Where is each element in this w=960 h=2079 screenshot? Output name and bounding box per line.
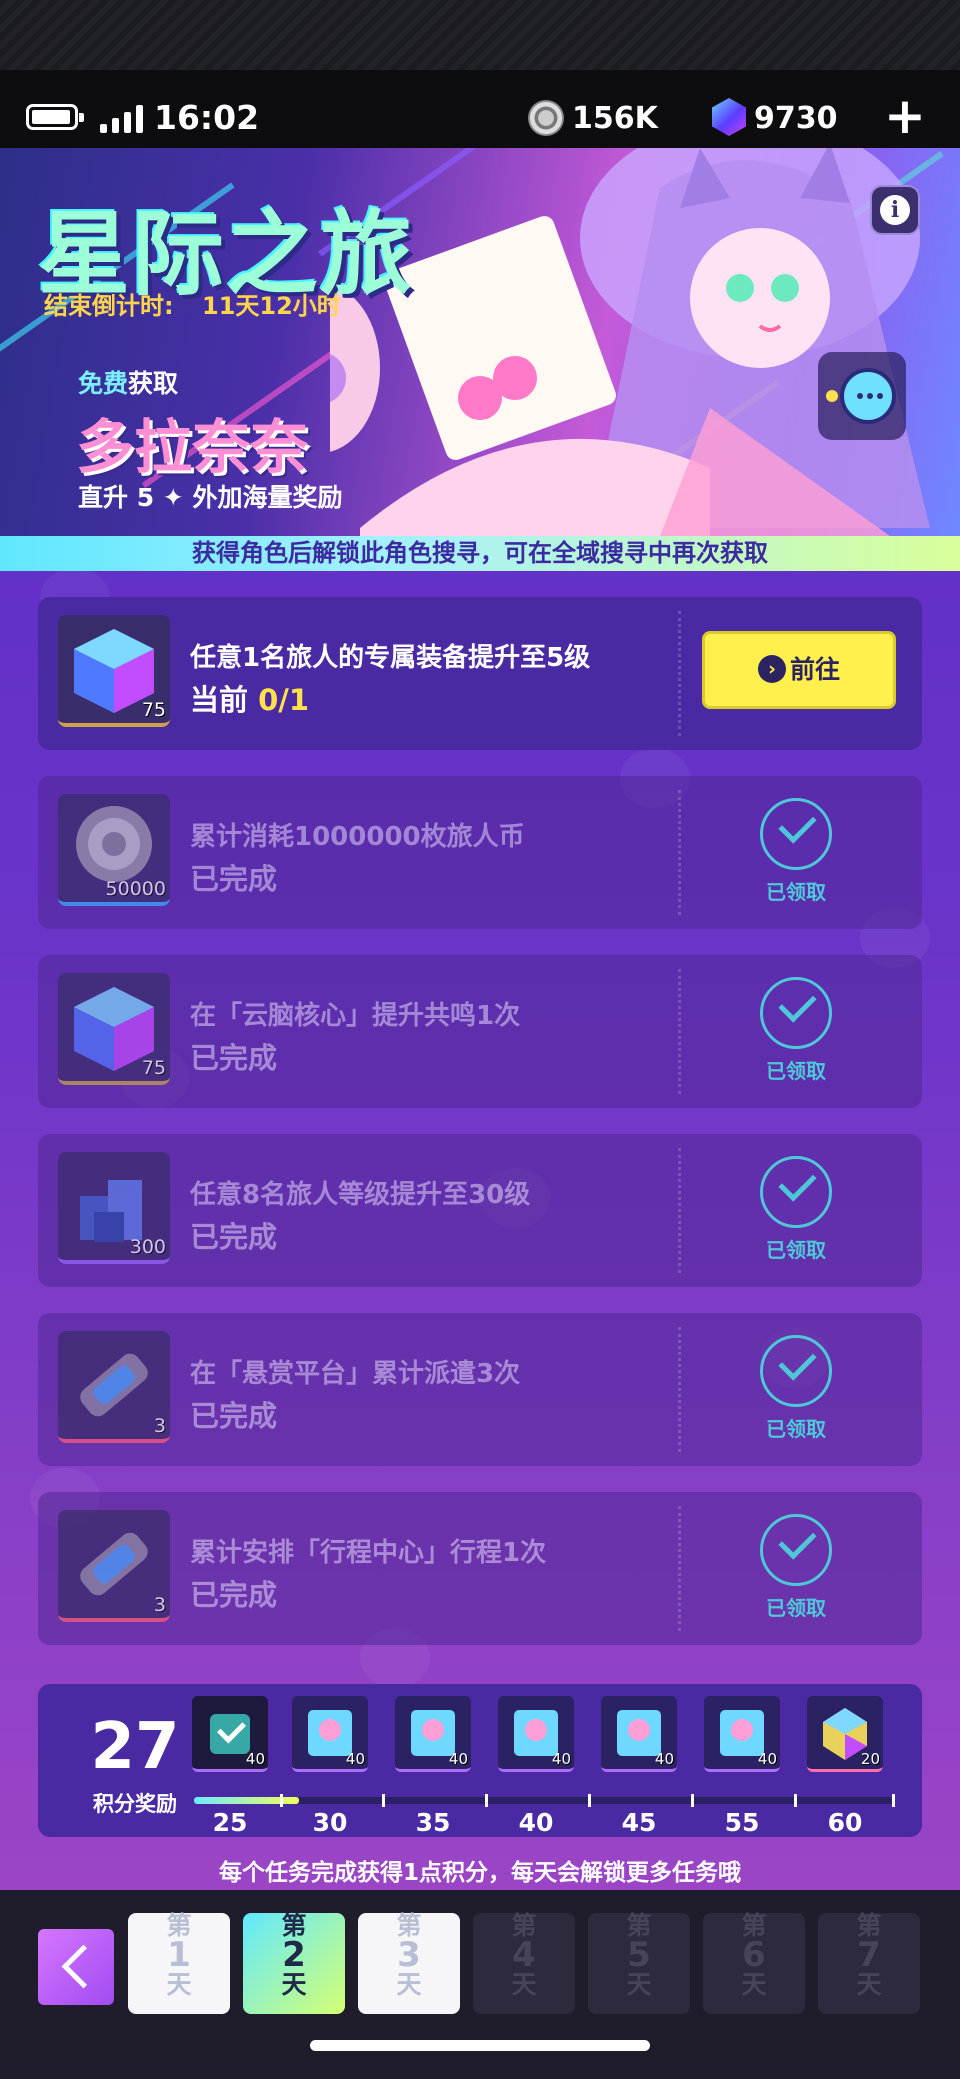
day-tab-3[interactable]: 第3天 bbox=[358, 1913, 460, 2014]
task-title: 在「悬赏平台」累计派遣3次 bbox=[190, 1359, 521, 1389]
info-icon: i bbox=[880, 195, 910, 225]
free-tag: 免费获取 bbox=[78, 369, 179, 398]
claimed-check-icon bbox=[760, 798, 832, 870]
gem-count: 9730 bbox=[754, 101, 838, 136]
countdown-value: 11天12小时 bbox=[202, 292, 341, 320]
task-status: 已完成 bbox=[190, 862, 278, 896]
reward-box[interactable]: 40 bbox=[498, 1696, 574, 1772]
points-label: 积分奖励 bbox=[93, 1792, 177, 1816]
coin-icon bbox=[528, 100, 564, 136]
character-name: 多拉奈奈 bbox=[76, 413, 309, 481]
task-status: 已完成 bbox=[190, 1399, 278, 1433]
back-button[interactable] bbox=[38, 1929, 114, 2005]
claimed-label: 已领取 bbox=[766, 880, 826, 904]
task-row: 75 在「云脑核心」提升共鸣1次 已完成 已领取 bbox=[38, 955, 922, 1108]
task-status: 已完成 bbox=[190, 1578, 278, 1612]
info-button[interactable]: i bbox=[870, 185, 920, 235]
day-tab-7[interactable]: 第7天 bbox=[818, 1913, 920, 2014]
task-progress: 当前 0/1 bbox=[190, 683, 310, 717]
task-row: 300 任意8名旅人等级提升至30级 已完成 已领取 bbox=[38, 1134, 922, 1287]
points-progress-fill bbox=[194, 1797, 299, 1804]
milestone-label: 60 bbox=[827, 1808, 863, 1837]
claimed-check-icon bbox=[760, 1514, 832, 1586]
exp-blocks-icon: 300 bbox=[58, 1152, 170, 1264]
day-tab-6[interactable]: 第6天 bbox=[703, 1913, 805, 2014]
reward-box[interactable]: 40 bbox=[395, 1696, 471, 1772]
task-title: 累计安排「行程中心」行程1次 bbox=[190, 1538, 547, 1568]
task-row: 50000 累计消耗1000000枚旅人币 已完成 已领取 bbox=[38, 776, 922, 929]
points-value: 27 bbox=[90, 1710, 180, 1784]
task-row: 3 在「悬赏平台」累计派遣3次 已完成 已领取 bbox=[38, 1313, 922, 1466]
claimed-check-icon bbox=[760, 1335, 832, 1407]
milestone-label: 35 bbox=[415, 1808, 451, 1837]
milestone-label: 30 bbox=[312, 1808, 348, 1837]
top-strip bbox=[0, 0, 960, 70]
points-progress-track bbox=[194, 1797, 894, 1804]
task-title: 在「云脑核心」提升共鸣1次 bbox=[190, 1001, 521, 1031]
claimed-label: 已领取 bbox=[766, 1417, 826, 1441]
equipment-cube-icon: 75 bbox=[58, 615, 170, 727]
claimed-check-icon bbox=[760, 977, 832, 1049]
task-title: 任意8名旅人等级提升至30级 bbox=[190, 1180, 531, 1210]
unlock-notice: 获得角色后解锁此角色搜寻，可在全域搜寻中再次获取 bbox=[0, 536, 960, 571]
character-preview-button[interactable] bbox=[818, 352, 906, 440]
milestone-label: 25 bbox=[212, 1808, 248, 1837]
day-tab-4[interactable]: 第4天 bbox=[473, 1913, 575, 2014]
add-currency-button[interactable]: + bbox=[884, 91, 926, 141]
claimed-check-icon bbox=[760, 1156, 832, 1228]
character-illustration bbox=[330, 148, 930, 536]
day-tab-5[interactable]: 第5天 bbox=[588, 1913, 690, 2014]
signal-icon bbox=[100, 105, 144, 133]
traveler-coin-icon: 50000 bbox=[58, 794, 170, 906]
milestone-label: 55 bbox=[724, 1808, 760, 1837]
task-status: 已完成 bbox=[190, 1041, 278, 1075]
milestone-label: 40 bbox=[518, 1808, 554, 1837]
arrow-right-icon: › bbox=[757, 655, 786, 683]
reward-box[interactable]: 20 bbox=[807, 1696, 883, 1772]
clock: 16:02 bbox=[154, 98, 260, 137]
ticket-icon: 3 bbox=[58, 1331, 170, 1443]
home-indicator bbox=[310, 2040, 650, 2051]
countdown-label: 结束倒计时: bbox=[44, 292, 174, 320]
day-tab-1[interactable]: 第1天 bbox=[128, 1913, 230, 2014]
claimed-label: 已领取 bbox=[766, 1596, 826, 1620]
claimed-label: 已领取 bbox=[766, 1059, 826, 1083]
check-icon bbox=[210, 1714, 250, 1754]
task-title: 任意1名旅人的专属装备提升至5级 bbox=[190, 643, 591, 673]
task-row: 75 任意1名旅人的专属装备提升至5级 当前 0/1 › 前往 bbox=[38, 597, 922, 750]
coin-count: 156K bbox=[572, 101, 658, 136]
chat-bubble-icon bbox=[826, 368, 896, 424]
ticket-icon: 3 bbox=[58, 1510, 170, 1622]
claimed-label: 已领取 bbox=[766, 1238, 826, 1262]
reward-box[interactable]: 40 bbox=[704, 1696, 780, 1772]
task-row: 3 累计安排「行程中心」行程1次 已完成 已领取 bbox=[38, 1492, 922, 1645]
task-status: 已完成 bbox=[190, 1220, 278, 1254]
milestone-label: 45 bbox=[621, 1808, 657, 1837]
reward-box[interactable]: 40 bbox=[601, 1696, 677, 1772]
banner-subtitle: 直升 5 ✦ 外加海量奖励 bbox=[78, 483, 343, 512]
points-reward-panel: 27 积分奖励 40 40 40 40 40 40 20 25 30 35 40… bbox=[38, 1684, 922, 1837]
reward-claimed-box[interactable]: 40 bbox=[192, 1696, 268, 1772]
footer-tip: 每个任务完成获得1点积分，每天会解锁更多任务哦 bbox=[218, 1860, 741, 1886]
battery-icon bbox=[26, 104, 84, 130]
equipment-cube-icon: 75 bbox=[58, 973, 170, 1085]
day-tab-2[interactable]: 第2天 bbox=[243, 1913, 345, 2014]
reward-box[interactable]: 40 bbox=[292, 1696, 368, 1772]
go-button[interactable]: › 前往 bbox=[702, 631, 896, 709]
task-title: 累计消耗1000000枚旅人币 bbox=[190, 822, 525, 852]
